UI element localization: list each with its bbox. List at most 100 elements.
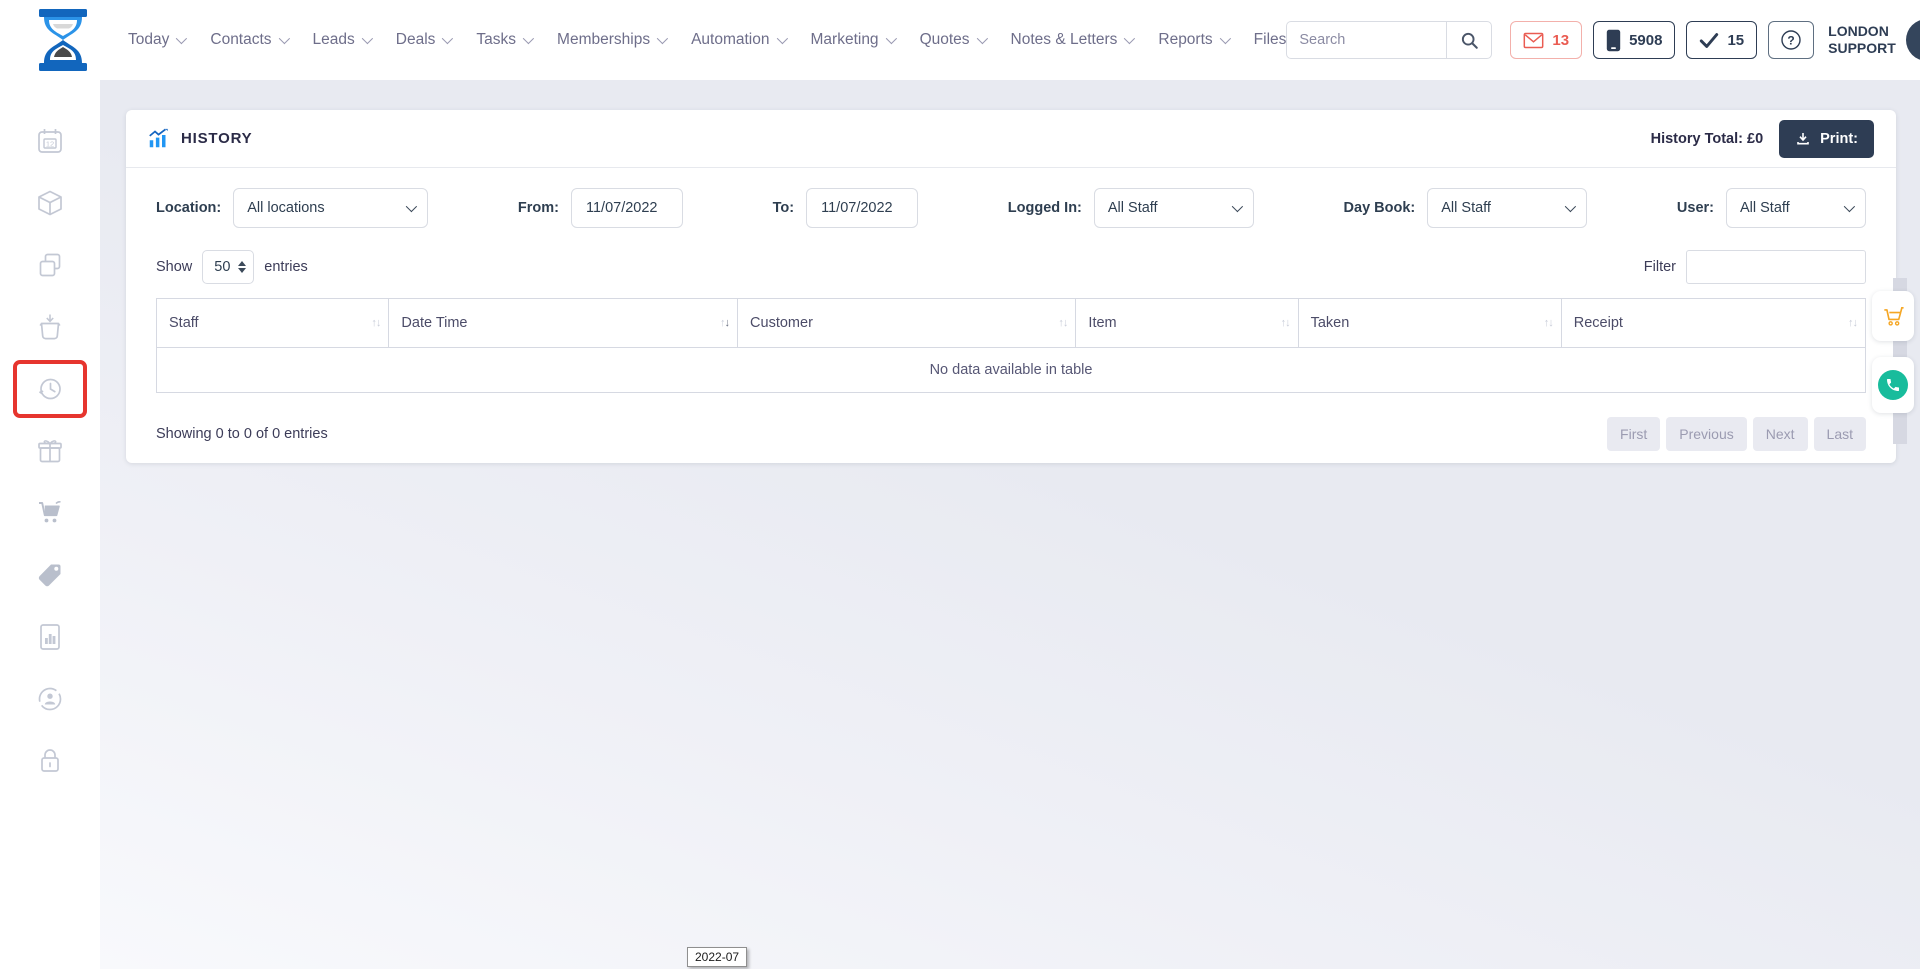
sidebar-item-accounts[interactable] <box>0 668 100 730</box>
chevron-down-icon <box>776 33 787 44</box>
column-header-staff[interactable]: Staff↑↓ <box>157 299 389 348</box>
status-badges: 13 5908 15 ? <box>1510 21 1814 59</box>
column-header-date-time[interactable]: Date Time↑↓ <box>389 299 738 348</box>
nav-label: Files <box>1254 31 1287 49</box>
sort-icon: ↑↓ <box>371 317 380 329</box>
page-title: HISTORY <box>181 130 252 147</box>
account-sync-icon <box>35 684 65 714</box>
sidebar-item-history[interactable] <box>13 360 87 418</box>
nav-item-deals[interactable]: Deals <box>396 31 451 49</box>
sidebar-item-reports[interactable] <box>0 606 100 668</box>
hourglass-logo-icon <box>34 9 92 71</box>
cart-icon <box>1880 303 1906 329</box>
nav-label: Quotes <box>920 31 970 49</box>
day-book-select[interactable]: All Staff <box>1427 188 1587 228</box>
history-total: History Total: £0 <box>1651 131 1764 147</box>
phone-circle <box>1878 370 1908 400</box>
chevron-down-icon <box>278 33 289 44</box>
nav-item-marketing[interactable]: Marketing <box>811 31 894 49</box>
chevron-down-icon <box>657 33 668 44</box>
search-icon <box>1460 31 1479 50</box>
nav-label: Notes & Letters <box>1011 31 1118 49</box>
page-length-value: 50 <box>214 259 230 275</box>
tasks-badge[interactable]: 15 <box>1686 21 1757 59</box>
sidebar-item-gifts[interactable] <box>0 420 100 482</box>
chevron-down-icon <box>442 33 453 44</box>
price-tag-icon <box>35 560 65 590</box>
main-content-area: HISTORY History Total: £0 Print: Locatio… <box>100 80 1920 969</box>
app-logo[interactable] <box>34 9 92 71</box>
nav-item-contacts[interactable]: Contacts <box>210 31 286 49</box>
filter-bar: Location: All locations From: To: Logged… <box>126 168 1896 228</box>
check-icon <box>1699 32 1719 49</box>
nav-item-quotes[interactable]: Quotes <box>920 31 985 49</box>
table-controls: Show 50 entries Filter <box>126 228 1896 284</box>
empty-message: No data available in table <box>157 348 1866 393</box>
location-select[interactable]: All locations <box>233 188 428 228</box>
history-table-wrap: Staff↑↓ Date Time↑↓ Customer↑↓ Item↑↓ Ta… <box>126 284 1896 393</box>
page-length-select[interactable]: 50 <box>202 250 254 284</box>
history-icon <box>35 374 65 404</box>
user-menu[interactable]: LONDON SUPPORT <box>1828 19 1920 61</box>
search-input[interactable] <box>1287 22 1446 58</box>
help-icon: ? <box>1779 28 1803 52</box>
smartphone-icon <box>1606 29 1621 52</box>
chevron-down-icon <box>976 33 987 44</box>
mail-icon <box>1523 32 1544 49</box>
sort-icon: ↑↓ <box>1544 317 1553 329</box>
main-nav: Today Contacts Leads Deals Tasks Members… <box>128 31 1286 49</box>
top-bar: Today Contacts Leads Deals Tasks Members… <box>0 0 1920 80</box>
pagination: First Previous Next Last <box>1607 417 1866 451</box>
column-header-customer[interactable]: Customer↑↓ <box>738 299 1076 348</box>
sidebar-item-orders[interactable] <box>0 296 100 358</box>
chevron-down-icon <box>523 33 534 44</box>
sidebar-item-pricing[interactable] <box>0 544 100 606</box>
floating-cart-button[interactable] <box>1872 291 1914 341</box>
from-label: From: <box>518 200 559 216</box>
nav-item-today[interactable]: Today <box>128 31 184 49</box>
sidebar-item-duplicates[interactable] <box>0 234 100 296</box>
datepicker-tooltip: 2022-07 <box>687 947 747 967</box>
nav-item-automation[interactable]: Automation <box>691 31 784 49</box>
avatar[interactable] <box>1906 19 1920 61</box>
pagination-last-button[interactable]: Last <box>1814 417 1866 451</box>
column-header-receipt[interactable]: Receipt↑↓ <box>1561 299 1865 348</box>
chevron-down-icon <box>1219 33 1230 44</box>
user-select[interactable]: All Staff <box>1726 188 1866 228</box>
calls-badge[interactable]: 5908 <box>1593 21 1675 59</box>
chevron-down-icon <box>176 33 187 44</box>
user-name: LONDON SUPPORT <box>1828 23 1896 57</box>
showing-entries-text: Showing 0 to 0 of 0 entries <box>156 426 328 442</box>
svg-text:12: 12 <box>46 139 54 148</box>
nav-label: Automation <box>691 31 769 49</box>
table-filter-input[interactable] <box>1686 250 1866 284</box>
sidebar-item-shop[interactable] <box>0 482 100 544</box>
nav-item-memberships[interactable]: Memberships <box>557 31 665 49</box>
help-button[interactable]: ? <box>1768 21 1814 59</box>
floating-phone-button[interactable] <box>1872 357 1914 413</box>
sidebar-item-security[interactable] <box>0 730 100 792</box>
nav-item-notes-letters[interactable]: Notes & Letters <box>1011 31 1133 49</box>
messages-count: 13 <box>1552 32 1569 49</box>
print-button[interactable]: Print: <box>1779 120 1874 158</box>
column-header-taken[interactable]: Taken↑↓ <box>1298 299 1561 348</box>
nav-item-leads[interactable]: Leads <box>313 31 370 49</box>
nav-item-reports[interactable]: Reports <box>1158 31 1227 49</box>
panel-header: HISTORY History Total: £0 Print: <box>126 110 1896 168</box>
column-header-item[interactable]: Item↑↓ <box>1076 299 1298 348</box>
sidebar-item-products[interactable] <box>0 172 100 234</box>
user-label: User: <box>1677 200 1714 216</box>
nav-item-tasks[interactable]: Tasks <box>476 31 531 49</box>
sidebar-item-calendar[interactable]: 12 <box>0 110 100 172</box>
nav-item-files[interactable]: Files <box>1254 31 1287 49</box>
pagination-next-button[interactable]: Next <box>1753 417 1808 451</box>
download-icon <box>1795 131 1811 147</box>
to-date-input[interactable] <box>806 188 918 228</box>
pagination-first-button[interactable]: First <box>1607 417 1660 451</box>
pagination-previous-button[interactable]: Previous <box>1666 417 1746 451</box>
logged-in-select[interactable]: All Staff <box>1094 188 1254 228</box>
sort-icon: ↑↓ <box>1848 317 1857 329</box>
from-date-input[interactable] <box>571 188 683 228</box>
messages-badge[interactable]: 13 <box>1510 21 1582 59</box>
search-button[interactable] <box>1446 22 1491 58</box>
